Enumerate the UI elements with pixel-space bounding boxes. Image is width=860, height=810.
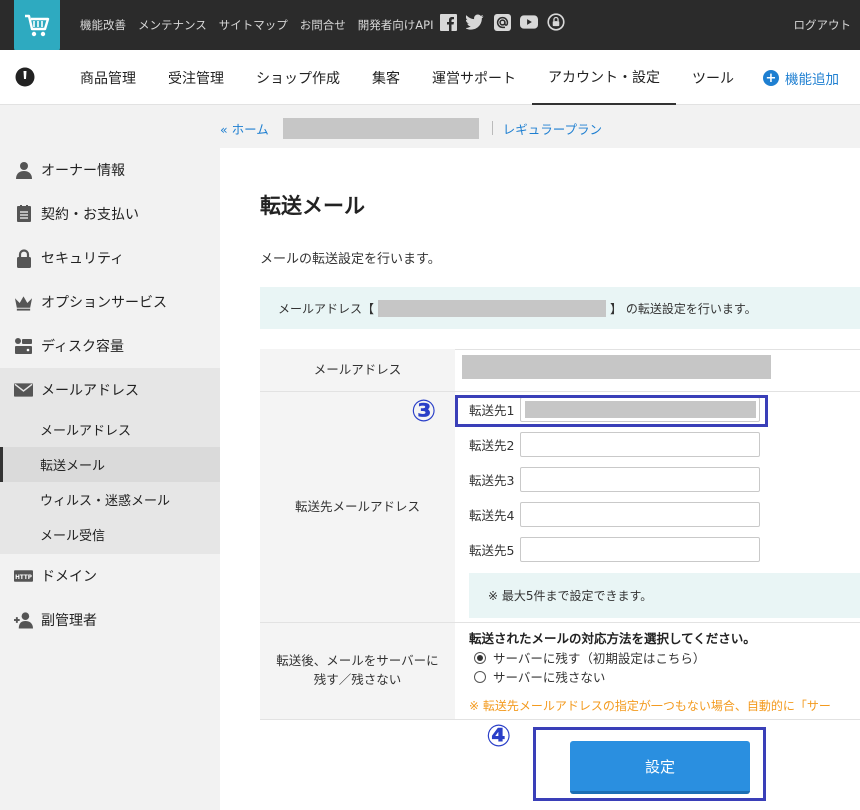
max-forward-note: ※ 最大5件まで設定できます。 bbox=[469, 573, 860, 618]
sidebar-item-domain[interactable]: HTTP ドメイン bbox=[0, 554, 220, 598]
forward-label-2: 転送先2 bbox=[469, 438, 515, 453]
svg-text:HTTP: HTTP bbox=[15, 575, 32, 581]
plus-icon: + bbox=[763, 70, 779, 86]
sidebar-item-label: ドメイン bbox=[41, 569, 97, 585]
top-link-maintenance[interactable]: メンテナンス bbox=[138, 17, 207, 33]
breadcrumb-plan[interactable]: レギュラープラン bbox=[503, 119, 602, 138]
nav-tools[interactable]: ツール bbox=[676, 50, 750, 105]
breadcrumb: « ホーム レギュラープラン bbox=[220, 113, 602, 143]
retain-title: 転送されたメールの対応方法を選択してください。 bbox=[469, 631, 756, 646]
add-user-icon bbox=[14, 611, 33, 630]
submit-button[interactable]: 設定 bbox=[570, 741, 750, 794]
brand-logo-icon[interactable] bbox=[15, 67, 35, 87]
sidebar-item-contract[interactable]: 契約・お支払い bbox=[0, 192, 220, 236]
sidebar-sub-virus-spam[interactable]: ウィルス・迷惑メール bbox=[0, 482, 220, 517]
step-4-marker: ④ bbox=[486, 719, 512, 754]
sidebar-sub-mail-address[interactable]: メールアドレス bbox=[0, 412, 220, 447]
crown-icon bbox=[14, 293, 33, 312]
forward-row-2: 転送先2 bbox=[469, 432, 760, 457]
nav-marketing[interactable]: 集客 bbox=[356, 50, 416, 105]
sidebar-item-label: オプションサービス bbox=[41, 295, 167, 311]
twitter-icon[interactable] bbox=[466, 13, 484, 31]
forward-input-2[interactable] bbox=[520, 432, 760, 457]
lock-icon[interactable] bbox=[547, 13, 565, 31]
sidebar-item-sub-admin[interactable]: 副管理者 bbox=[0, 598, 220, 642]
sidebar-item-label: オーナー情報 bbox=[41, 163, 125, 179]
nav-products[interactable]: 商品管理 bbox=[64, 50, 152, 105]
mail-icon bbox=[14, 381, 33, 400]
notice-prefix: メールアドレス【 bbox=[278, 301, 375, 316]
retain-option-label: サーバーに残さない bbox=[493, 670, 606, 685]
forward-input-3[interactable] bbox=[520, 467, 760, 492]
sidebar-item-owner[interactable]: オーナー情報 bbox=[0, 148, 220, 192]
top-link-sitemap[interactable]: サイトマップ bbox=[219, 17, 288, 33]
nav-support[interactable]: 運営サポート bbox=[416, 50, 532, 105]
top-link-developer-api[interactable]: 開発者向けAPI bbox=[358, 17, 434, 33]
forward-input-5[interactable] bbox=[520, 537, 760, 562]
nav-shop-create[interactable]: ショップ作成 bbox=[240, 50, 356, 105]
page-title: 転送メール bbox=[260, 194, 365, 218]
sidebar-item-mail[interactable]: メールアドレス bbox=[0, 368, 220, 412]
sidebar-item-label: メールアドレス bbox=[41, 383, 139, 399]
step-3-highlight bbox=[455, 395, 768, 427]
forward-notice: メールアドレス【 】 の転送設定を行います。 bbox=[260, 287, 860, 329]
nav-orders[interactable]: 受注管理 bbox=[152, 50, 240, 105]
nav-account-settings[interactable]: アカウント・設定 bbox=[532, 50, 676, 105]
sidebar-item-security[interactable]: セキュリティ bbox=[0, 236, 220, 280]
step-3-marker: ③ bbox=[411, 394, 437, 429]
retain-option-label: サーバーに残す（初期設定はこちら） bbox=[493, 651, 706, 666]
lock-icon bbox=[14, 248, 33, 268]
page-description: メールの転送設定を行います。 bbox=[260, 252, 441, 267]
row-divider bbox=[260, 719, 860, 720]
top-bar: 機能改善 メンテナンス サイトマップ お問合せ 開発者向けAPI ログアウト bbox=[0, 0, 860, 52]
top-link-contact[interactable]: お問合せ bbox=[300, 17, 346, 33]
main-nav: 商品管理 受注管理 ショップ作成 集客 運営サポート アカウント・設定 ツール … bbox=[0, 50, 860, 105]
forward-label-3: 転送先3 bbox=[469, 473, 515, 488]
sidebar-item-label: 副管理者 bbox=[41, 613, 97, 629]
facebook-icon[interactable] bbox=[439, 13, 457, 31]
email-value-redacted bbox=[462, 355, 771, 379]
retain-label: 転送後、メールをサーバーに残す／残さない bbox=[260, 623, 455, 719]
youtube-icon[interactable] bbox=[520, 13, 538, 31]
sidebar-item-options[interactable]: オプションサービス bbox=[0, 280, 220, 324]
notice-suffix: 】 の転送設定を行います。 bbox=[610, 301, 757, 316]
email-label: メールアドレス bbox=[260, 349, 455, 391]
sidebar-sub-mail-receive[interactable]: メール受信 bbox=[0, 517, 220, 552]
user-icon bbox=[14, 161, 33, 180]
forward-row-4: 転送先4 bbox=[469, 502, 760, 527]
sidebar-sub-forward-mail[interactable]: 転送メール bbox=[0, 447, 220, 482]
add-feature-label: 機能追加 bbox=[785, 72, 839, 88]
breadcrumb-divider bbox=[491, 121, 493, 135]
retain-warning: ※ 転送先メールアドレスの指定が一つもない場合、自動的に「サー bbox=[469, 699, 831, 713]
forward-label-4: 転送先4 bbox=[469, 508, 515, 523]
disk-icon bbox=[14, 337, 33, 356]
sidebar-item-label: 契約・お支払い bbox=[41, 207, 139, 223]
breadcrumb-shop-redacted bbox=[282, 117, 479, 139]
http-icon: HTTP bbox=[14, 567, 33, 586]
breadcrumb-home[interactable]: « ホーム bbox=[220, 119, 269, 138]
sidebar-item-disk[interactable]: ディスク容量 bbox=[0, 324, 220, 368]
forward-label-5: 転送先5 bbox=[469, 543, 515, 558]
sidebar-item-label: セキュリティ bbox=[41, 251, 125, 267]
notice-email-redacted bbox=[378, 299, 607, 317]
cart-icon bbox=[25, 14, 50, 37]
at-icon[interactable] bbox=[493, 13, 511, 31]
forward-row-5: 転送先5 bbox=[469, 537, 760, 562]
top-link-improvements[interactable]: 機能改善 bbox=[80, 17, 126, 33]
forward-input-4[interactable] bbox=[520, 502, 760, 527]
document-icon bbox=[14, 205, 33, 224]
forward-row-3: 転送先3 bbox=[469, 467, 760, 492]
add-feature-button[interactable]: + 機能追加 bbox=[763, 68, 839, 88]
retain-option-keep[interactable]: サーバーに残す（初期設定はこちら） bbox=[474, 648, 705, 667]
retain-option-remove[interactable]: サーバーに残さない bbox=[474, 667, 605, 686]
radio-remove[interactable] bbox=[474, 670, 486, 683]
logout-link[interactable]: ログアウト bbox=[794, 17, 852, 33]
radio-keep[interactable] bbox=[474, 651, 486, 664]
shop-logo[interactable] bbox=[14, 0, 60, 52]
sidebar-item-label: ディスク容量 bbox=[41, 339, 125, 355]
